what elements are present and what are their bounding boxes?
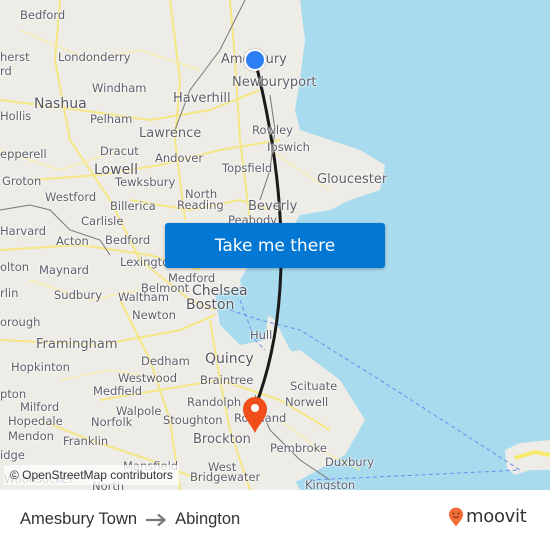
map-label: Newton <box>132 308 176 322</box>
map-label: Norwell <box>285 395 329 409</box>
map-label: Bridgewater <box>190 470 261 484</box>
map-label: Harvard <box>0 224 47 238</box>
map-label: Stoughton <box>163 413 223 427</box>
map-label: Scituate <box>290 379 338 393</box>
route-title: Amesbury Town Abington <box>20 510 240 529</box>
map-label: Sudbury <box>54 288 103 302</box>
map-label: Dracut <box>100 144 139 158</box>
map-label: Hull <box>250 328 273 342</box>
destination-pin-icon[interactable] <box>240 394 270 434</box>
map-label: Acton <box>56 234 89 248</box>
map-label: Boston <box>186 297 235 313</box>
map-label: olton <box>0 260 30 274</box>
map-label: Framingham <box>36 337 118 352</box>
map-label: Tewksbury <box>115 175 176 189</box>
map-label: Carlisle <box>81 214 124 228</box>
map-label: Brockton <box>193 432 251 447</box>
brand-name: moovit <box>466 506 527 527</box>
map-label: Gloucester <box>317 172 388 187</box>
map-attribution[interactable]: © OpenStreetMap contributors <box>4 465 179 485</box>
map-label: Bedford <box>20 8 66 22</box>
map-label: Hollis <box>0 109 32 123</box>
map-label: Mendon <box>8 429 54 443</box>
footer: Amesbury Town Abington moovit <box>0 490 550 550</box>
map-label: Andover <box>155 151 204 165</box>
origin-name: Amesbury Town <box>20 510 138 528</box>
map-label: Westford <box>45 190 97 204</box>
map-label: Windham <box>92 81 147 95</box>
map-label: pton <box>0 387 27 401</box>
map-label: Quincy <box>205 351 254 367</box>
moovit-logo[interactable]: moovit <box>448 506 527 527</box>
map-label: Beverly <box>248 199 298 214</box>
map-label: Dedham <box>141 354 190 368</box>
map-label: Bedford <box>105 233 151 247</box>
map-label: Pelham <box>90 112 133 126</box>
map-label: Kingston <box>305 478 356 490</box>
map-label: Newburyport <box>232 75 317 90</box>
moovit-pin-icon <box>449 507 463 526</box>
map-label: Franklin <box>63 434 109 448</box>
map-label: Milford <box>20 400 60 414</box>
map-label: Norfolk <box>91 415 133 429</box>
take-me-there-button[interactable]: Take me there <box>165 223 385 268</box>
map-label: Billerica <box>110 199 156 213</box>
map-label: Braintree <box>200 373 254 387</box>
map-label: Rowley <box>252 123 293 137</box>
map-label: Reading <box>177 198 224 212</box>
destination-name: Abington <box>175 510 241 528</box>
map-label: rlin <box>0 286 19 300</box>
map-label: Chelsea <box>192 283 248 299</box>
arrow-right-icon <box>146 513 167 526</box>
map-label: Haverhill <box>173 91 231 106</box>
map-label: Londonderry <box>58 50 131 64</box>
map-label: herst <box>0 50 30 64</box>
map-label: Nashua <box>34 96 87 112</box>
map-label: Hopkinton <box>11 360 70 374</box>
map-label: orough <box>0 315 41 329</box>
map-label: Ipswich <box>267 140 310 154</box>
map[interactable]: Bedford Londonderry herst rd Windham Nas… <box>0 0 550 490</box>
map-label: Medfield <box>93 384 143 398</box>
map-label: rd <box>0 64 12 78</box>
map-label: Topsfield <box>222 161 273 175</box>
map-label: Hopedale <box>8 414 63 428</box>
origin-marker[interactable] <box>244 49 266 71</box>
map-label: Duxbury <box>325 455 375 469</box>
map-label: idge <box>0 448 25 462</box>
map-label: Groton <box>2 174 42 188</box>
map-label: Maynard <box>39 263 89 277</box>
map-label: Lawrence <box>139 126 202 141</box>
map-label: Randolph <box>187 395 242 409</box>
map-label: Pembroke <box>270 441 327 455</box>
map-label: epperell <box>0 147 47 161</box>
map-label: Westwood <box>118 371 178 385</box>
map-label: Waltham <box>118 290 169 304</box>
